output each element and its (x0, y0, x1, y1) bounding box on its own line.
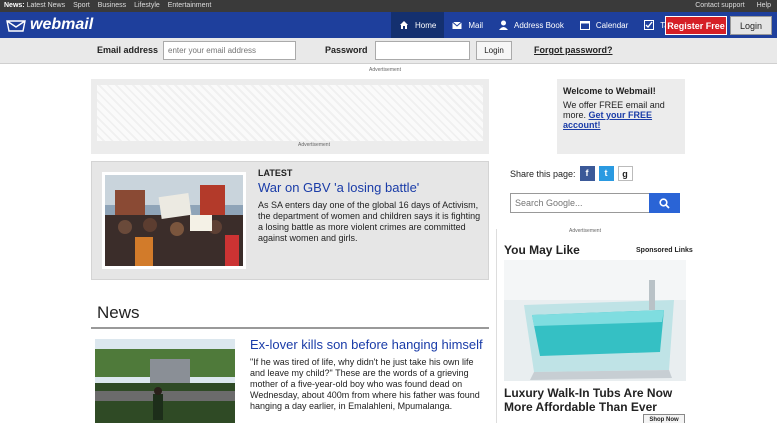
tasks-icon (644, 20, 655, 30)
shop-now-button[interactable]: Shop Now (643, 414, 685, 423)
nav-calendar[interactable]: Calendar (572, 12, 636, 38)
calendar-icon (579, 21, 590, 30)
nav-address-book[interactable]: Address Book (491, 12, 572, 38)
news-link-entertainment[interactable]: Entertainment (168, 2, 212, 9)
nav-address-book-label: Address Book (514, 20, 564, 30)
twitter-share-icon[interactable]: t (598, 166, 614, 181)
home-icon (400, 21, 408, 29)
sponsored-headline-link[interactable]: Luxury Walk-In Tubs Are Now More Afforda… (504, 386, 686, 414)
bathtub-photo (504, 260, 686, 381)
walk-in-tub-image[interactable] (504, 260, 686, 381)
latest-story-image[interactable] (102, 172, 246, 269)
advertisement-label-side: Advertisement (569, 228, 601, 234)
you-may-like-title: You May Like (504, 243, 580, 257)
site-header: webmail Home Mail Address Book Calendar … (0, 12, 777, 38)
google-search (510, 193, 680, 213)
register-free-button[interactable]: Register Free (665, 16, 727, 35)
advertisement-label-top: Advertisement (369, 67, 401, 73)
news-headline-link[interactable]: Ex-lover kills son before hanging himsel… (250, 337, 483, 352)
nav-home-label: Home (415, 20, 437, 30)
latest-story: LATEST War on GBV 'a losing battle' As S… (91, 161, 489, 280)
share-bar: Share this page: f t g (510, 166, 633, 181)
latest-headline-link[interactable]: War on GBV 'a losing battle' (258, 180, 419, 195)
facebook-share-icon[interactable]: f (579, 166, 595, 181)
support-links: Contact support Help (685, 0, 771, 12)
main-nav: Home Mail Address Book Calendar Tasks (391, 12, 689, 38)
login-dropdown-button[interactable]: Login (730, 16, 772, 35)
news-prefix: News: (4, 2, 25, 9)
news-divider (91, 327, 489, 329)
advertisement-label-banner: Advertisement (298, 142, 330, 148)
banner-ad[interactable]: Advertisement (91, 79, 489, 154)
nav-mail-label: Mail (468, 20, 484, 30)
password-label: Password (325, 45, 368, 55)
banner-ad-placeholder (97, 85, 483, 141)
news-links: News: Latest News Sport Business Lifesty… (4, 0, 217, 12)
login-bar: Email address Password Login Forgot pass… (0, 38, 777, 64)
contact-icon (499, 20, 509, 30)
search-button[interactable] (649, 193, 680, 213)
news-story-image[interactable] (95, 339, 235, 423)
help-link[interactable]: Help (757, 2, 771, 9)
news-link-latest[interactable]: Latest News (27, 2, 66, 9)
latest-kicker: LATEST (258, 168, 293, 178)
nav-calendar-label: Calendar (595, 20, 629, 30)
welcome-box: Welcome to Webmail! We offer FREE email … (557, 79, 685, 154)
email-field[interactable] (163, 41, 296, 60)
share-label: Share this page: (510, 168, 576, 179)
password-field[interactable] (375, 41, 470, 60)
sponsored-links-label[interactable]: Sponsored Links (636, 247, 693, 254)
news-section-title: News (97, 303, 140, 322)
news-link-lifestyle[interactable]: Lifestyle (134, 2, 160, 9)
webmail-logo[interactable]: webmail (6, 16, 93, 34)
news-link-business[interactable]: Business (98, 2, 126, 9)
latest-summary: As SA enters day one of the global 16 da… (258, 200, 481, 243)
top-news-bar: News: Latest News Sport Business Lifesty… (0, 0, 777, 12)
google-plus-share-icon[interactable]: g (617, 166, 633, 181)
forgot-password-link[interactable]: Forgot password? (534, 45, 613, 55)
column-divider (496, 229, 497, 423)
logo-text: webmail (30, 16, 94, 33)
news-summary: "If he was tired of life, why didn't he … (250, 357, 480, 411)
protest-photo (105, 175, 243, 266)
news-link-sport[interactable]: Sport (73, 2, 90, 9)
login-button[interactable]: Login (476, 41, 512, 60)
email-label: Email address (97, 45, 159, 55)
township-photo (95, 339, 235, 423)
welcome-title: Welcome to Webmail! (563, 86, 656, 96)
mail-icon (452, 21, 463, 29)
contact-support-link[interactable]: Contact support (695, 2, 744, 9)
nav-mail[interactable]: Mail (444, 12, 491, 38)
search-icon (659, 197, 670, 209)
logo-envelope-icon (6, 20, 26, 32)
search-input[interactable] (510, 193, 650, 213)
nav-home[interactable]: Home (391, 12, 445, 38)
